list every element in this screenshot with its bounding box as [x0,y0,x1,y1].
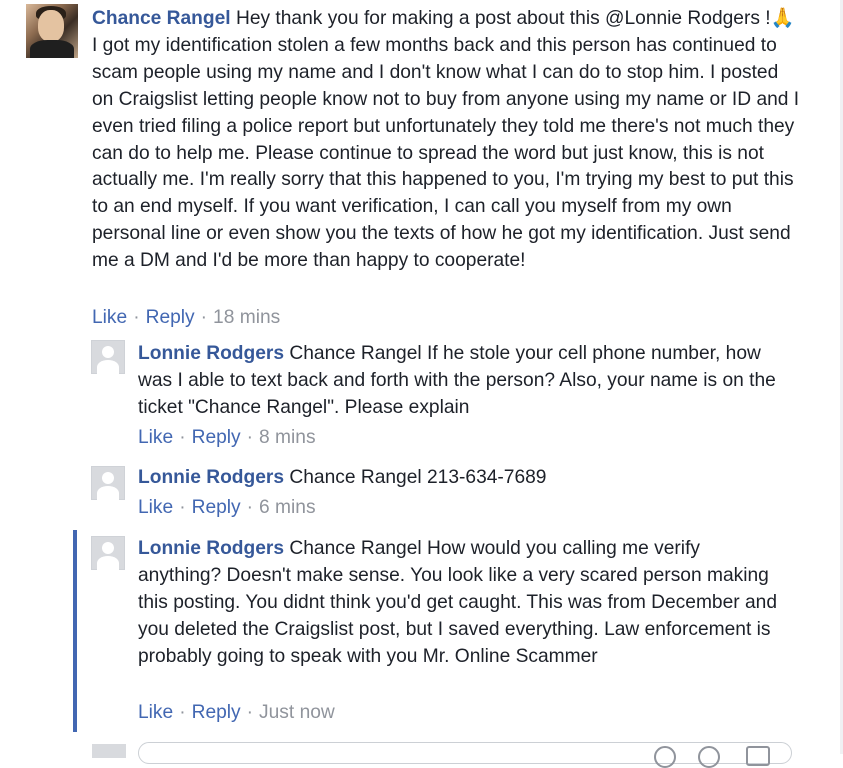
timestamp[interactable]: 6 mins [259,497,316,518]
separator-dot: · [200,307,208,328]
camera-icon[interactable] [698,746,720,768]
timestamp[interactable]: Just now [259,702,335,723]
reply-body: Lonnie Rodgers Chance Rangel How would y… [138,536,788,671]
reply-body: Lonnie Rodgers Chance Rangel 213-634-768… [138,465,788,492]
reply-author-link[interactable]: Lonnie Rodgers [138,538,284,559]
write-reply-input[interactable] [138,742,792,764]
reply-button[interactable]: Reply [192,497,241,518]
avatar-face [38,10,64,42]
reply-actions: Like · Reply · 8 mins [138,427,316,449]
reply-author-link[interactable]: Lonnie Rodgers [138,343,284,364]
reply-avatar-default[interactable] [91,340,125,374]
main-comment-actions: Like · Reply · 18 mins [92,307,280,329]
reply-body: Lonnie Rodgers Chance Rangel If he stole… [138,341,788,422]
comment-text: Hey thank you for making a post about th… [92,8,800,272]
reply-button[interactable]: Reply [146,307,195,328]
separator-dot: · [246,497,254,518]
comment-author-link[interactable]: Chance Rangel [92,8,231,29]
separator-dot: · [179,497,186,518]
gif-icon[interactable] [746,746,770,766]
current-user-avatar [92,744,126,758]
reply-text: Chance Rangel 213-634-7689 [289,467,547,488]
avatar-body [30,40,74,58]
separator-dot: · [246,427,254,448]
like-button[interactable]: Like [138,427,173,448]
reply-actions: Like · Reply · Just now [138,702,335,724]
reply-avatar-default[interactable] [91,536,125,570]
separator-dot: · [179,427,186,448]
timestamp[interactable]: 18 mins [213,307,280,328]
like-button[interactable]: Like [138,702,173,723]
separator-dot: · [133,307,140,328]
separator-dot: · [179,702,186,723]
reply-actions: Like · Reply · 6 mins [138,497,316,519]
like-button[interactable]: Like [138,497,173,518]
like-button[interactable]: Like [92,307,127,328]
reply-avatar-default[interactable] [91,466,125,500]
emoji-icon[interactable] [654,746,676,768]
separator-dot: · [246,702,254,723]
reply-author-link[interactable]: Lonnie Rodgers [138,467,284,488]
reply-button[interactable]: Reply [192,702,241,723]
timestamp[interactable]: 8 mins [259,427,316,448]
main-comment-body: Chance Rangel Hey thank you for making a… [92,6,804,275]
reply-button[interactable]: Reply [192,427,241,448]
new-reply-highlight-bar [73,530,77,732]
commenter-avatar[interactable] [26,4,78,58]
